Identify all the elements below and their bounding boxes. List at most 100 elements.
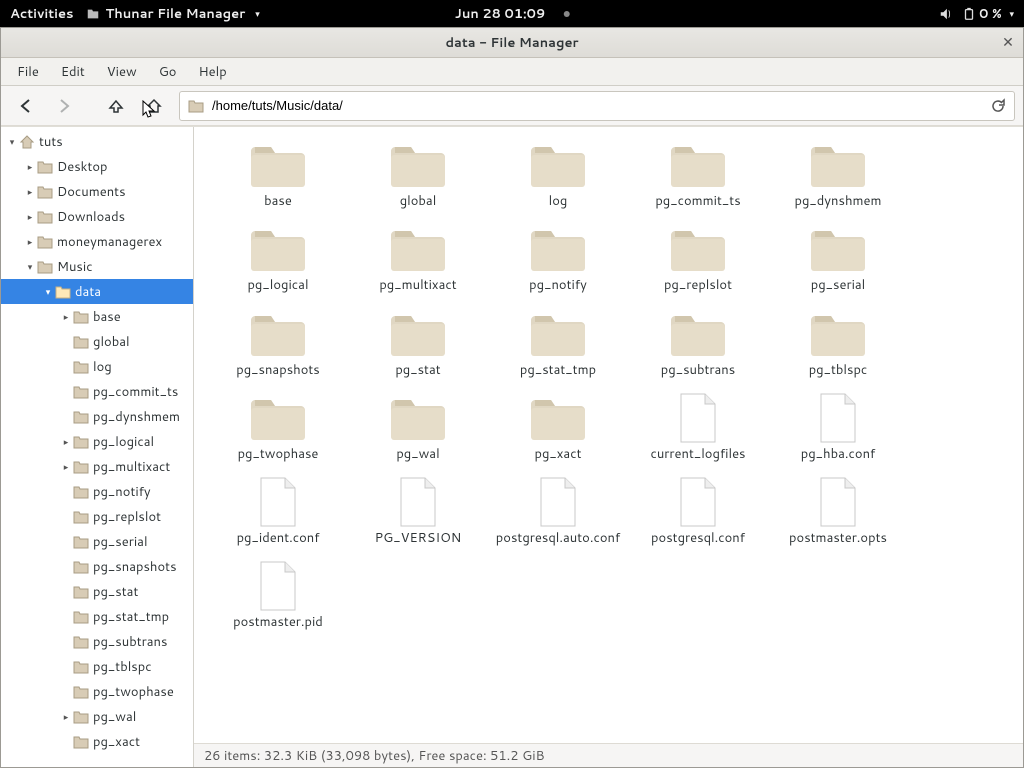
volume-icon[interactable] (939, 7, 953, 21)
tree-item-music[interactable]: ▾Music (1, 254, 193, 279)
tree-item-pg-xact[interactable]: pg_xact (1, 729, 193, 754)
item-postgresql-auto-conf[interactable]: postgresql.auto.conf (488, 472, 628, 556)
tree-item-pg-replslot[interactable]: pg_replslot (1, 504, 193, 529)
tree-item-label: base (93, 308, 121, 326)
expander-icon[interactable]: ▸ (59, 460, 73, 474)
item-label: pg_twophase (238, 446, 319, 462)
item-pg-stat[interactable]: pg_stat (348, 304, 488, 388)
expander-icon[interactable]: ▾ (5, 135, 19, 149)
clock[interactable]: Jun 28 01:09 (455, 5, 546, 23)
activities-button[interactable]: Activities (10, 5, 74, 23)
item-label: global (400, 193, 437, 209)
item-postmaster-opts[interactable]: postmaster.opts (768, 472, 908, 556)
expander-icon[interactable]: ▸ (59, 435, 73, 449)
tree-item-label: tuts (39, 133, 63, 151)
tree-item-global[interactable]: global (1, 329, 193, 354)
tree-item-pg-notify[interactable]: pg_notify (1, 479, 193, 504)
location-bar[interactable] (179, 91, 1015, 121)
path-input[interactable] (212, 98, 982, 113)
folder-icon (188, 99, 204, 113)
tree-item-label: pg_wal (93, 708, 136, 726)
tree-item-moneymanagerex[interactable]: ▸moneymanagerex (1, 229, 193, 254)
menu-view[interactable]: View (97, 59, 147, 85)
tree-sidebar[interactable]: ▾ tuts ▸Desktop▸Documents▸Downloads▸moneym… (1, 127, 194, 767)
menu-help[interactable]: Help (188, 59, 236, 85)
item-pg-serial[interactable]: pg_serial (768, 219, 908, 303)
tree-item-documents[interactable]: ▸Documents (1, 179, 193, 204)
tree-item-base[interactable]: ▸ base (1, 304, 193, 329)
app-menu-label: Thunar File Manager (106, 5, 246, 23)
tree-item-tuts[interactable]: ▾ tuts (1, 129, 193, 154)
reload-icon[interactable] (990, 98, 1006, 114)
close-button[interactable]: ✕ (999, 33, 1017, 51)
up-button[interactable] (99, 91, 133, 121)
item-current-logfiles[interactable]: current_logfiles (628, 388, 768, 472)
item-pg-ident-conf[interactable]: pg_ident.conf (208, 472, 348, 556)
item-base[interactable]: base (208, 135, 348, 219)
file-icon (387, 476, 449, 528)
item-pg-replslot[interactable]: pg_replslot (628, 219, 768, 303)
item-label: postmaster.opts (789, 530, 887, 546)
tree-item-pg-wal[interactable]: ▸ pg_wal (1, 704, 193, 729)
home-button[interactable] (137, 91, 171, 121)
tree-item-pg-stat[interactable]: pg_stat (1, 579, 193, 604)
tree-item-pg-tblspc[interactable]: pg_tblspc (1, 654, 193, 679)
tree-item-label: pg_multixact (93, 458, 170, 476)
item-postgresql-conf[interactable]: postgresql.conf (628, 472, 768, 556)
item-pg-dynshmem[interactable]: pg_dynshmem (768, 135, 908, 219)
item-postmaster-pid[interactable]: postmaster.pid (208, 556, 348, 640)
tree-item-downloads[interactable]: ▸Downloads (1, 204, 193, 229)
item-pg-twophase[interactable]: pg_twophase (208, 388, 348, 472)
item-log[interactable]: log (488, 135, 628, 219)
item-pg-tblspc[interactable]: pg_tblspc (768, 304, 908, 388)
item-pg-notify[interactable]: pg_notify (488, 219, 628, 303)
expander-icon[interactable]: ▾ (23, 260, 37, 274)
item-pg-multixact[interactable]: pg_multixact (348, 219, 488, 303)
tree-item-data[interactable]: ▾data (1, 279, 193, 304)
item-label: pg_hba.conf (801, 446, 875, 462)
tree-item-log[interactable]: log (1, 354, 193, 379)
item-pg-snapshots[interactable]: pg_snapshots (208, 304, 348, 388)
back-button[interactable] (9, 91, 43, 121)
tree-item-label: pg_notify (93, 483, 151, 501)
tree-item-pg-multixact[interactable]: ▸ pg_multixact (1, 454, 193, 479)
item-pg-version[interactable]: PG_VERSION (348, 472, 488, 556)
expander-icon[interactable]: ▸ (23, 160, 37, 174)
tree-item-pg-snapshots[interactable]: pg_snapshots (1, 554, 193, 579)
item-pg-wal[interactable]: pg_wal (348, 388, 488, 472)
item-pg-subtrans[interactable]: pg_subtrans (628, 304, 768, 388)
tree-item-label: pg_replslot (93, 508, 161, 526)
expander-icon[interactable]: ▾ (41, 285, 55, 299)
battery-indicator[interactable]: 0 % (963, 5, 1014, 23)
menu-file[interactable]: File (7, 59, 49, 85)
item-label: PG_VERSION (375, 530, 462, 546)
item-pg-hba-conf[interactable]: pg_hba.conf (768, 388, 908, 472)
tree-item-pg-dynshmem[interactable]: pg_dynshmem (1, 404, 193, 429)
menu-go[interactable]: Go (149, 59, 187, 85)
tree-item-desktop[interactable]: ▸Desktop (1, 154, 193, 179)
icon-view[interactable]: base global log pg_commit_ts pg_dynshmem… (194, 127, 1023, 743)
expander-icon[interactable]: ▸ (59, 710, 73, 724)
tree-item-label: pg_snapshots (93, 558, 177, 576)
expander-icon[interactable]: ▸ (59, 310, 73, 324)
tree-item-pg-commit-ts[interactable]: pg_commit_ts (1, 379, 193, 404)
forward-button[interactable] (47, 91, 81, 121)
app-menu[interactable]: Thunar File Manager (86, 5, 260, 23)
tree-item-pg-serial[interactable]: pg_serial (1, 529, 193, 554)
tree-item-pg-stat-tmp[interactable]: pg_stat_tmp (1, 604, 193, 629)
expander-icon[interactable]: ▸ (23, 185, 37, 199)
item-pg-commit-ts[interactable]: pg_commit_ts (628, 135, 768, 219)
expander-icon[interactable]: ▸ (23, 235, 37, 249)
tree-item-pg-logical[interactable]: ▸pg_logical (1, 429, 193, 454)
tree-item-pg-twophase[interactable]: pg_twophase (1, 679, 193, 704)
menu-edit[interactable]: Edit (51, 59, 95, 85)
titlebar[interactable]: data - File Manager ✕ (1, 28, 1023, 58)
tree-item-pg-subtrans[interactable]: pg_subtrans (1, 629, 193, 654)
item-pg-xact[interactable]: pg_xact (488, 388, 628, 472)
folder-icon (807, 308, 869, 360)
item-global[interactable]: global (348, 135, 488, 219)
tree-item-label: log (93, 358, 112, 376)
expander-icon[interactable]: ▸ (23, 210, 37, 224)
item-pg-logical[interactable]: pg_logical (208, 219, 348, 303)
item-pg-stat-tmp[interactable]: pg_stat_tmp (488, 304, 628, 388)
